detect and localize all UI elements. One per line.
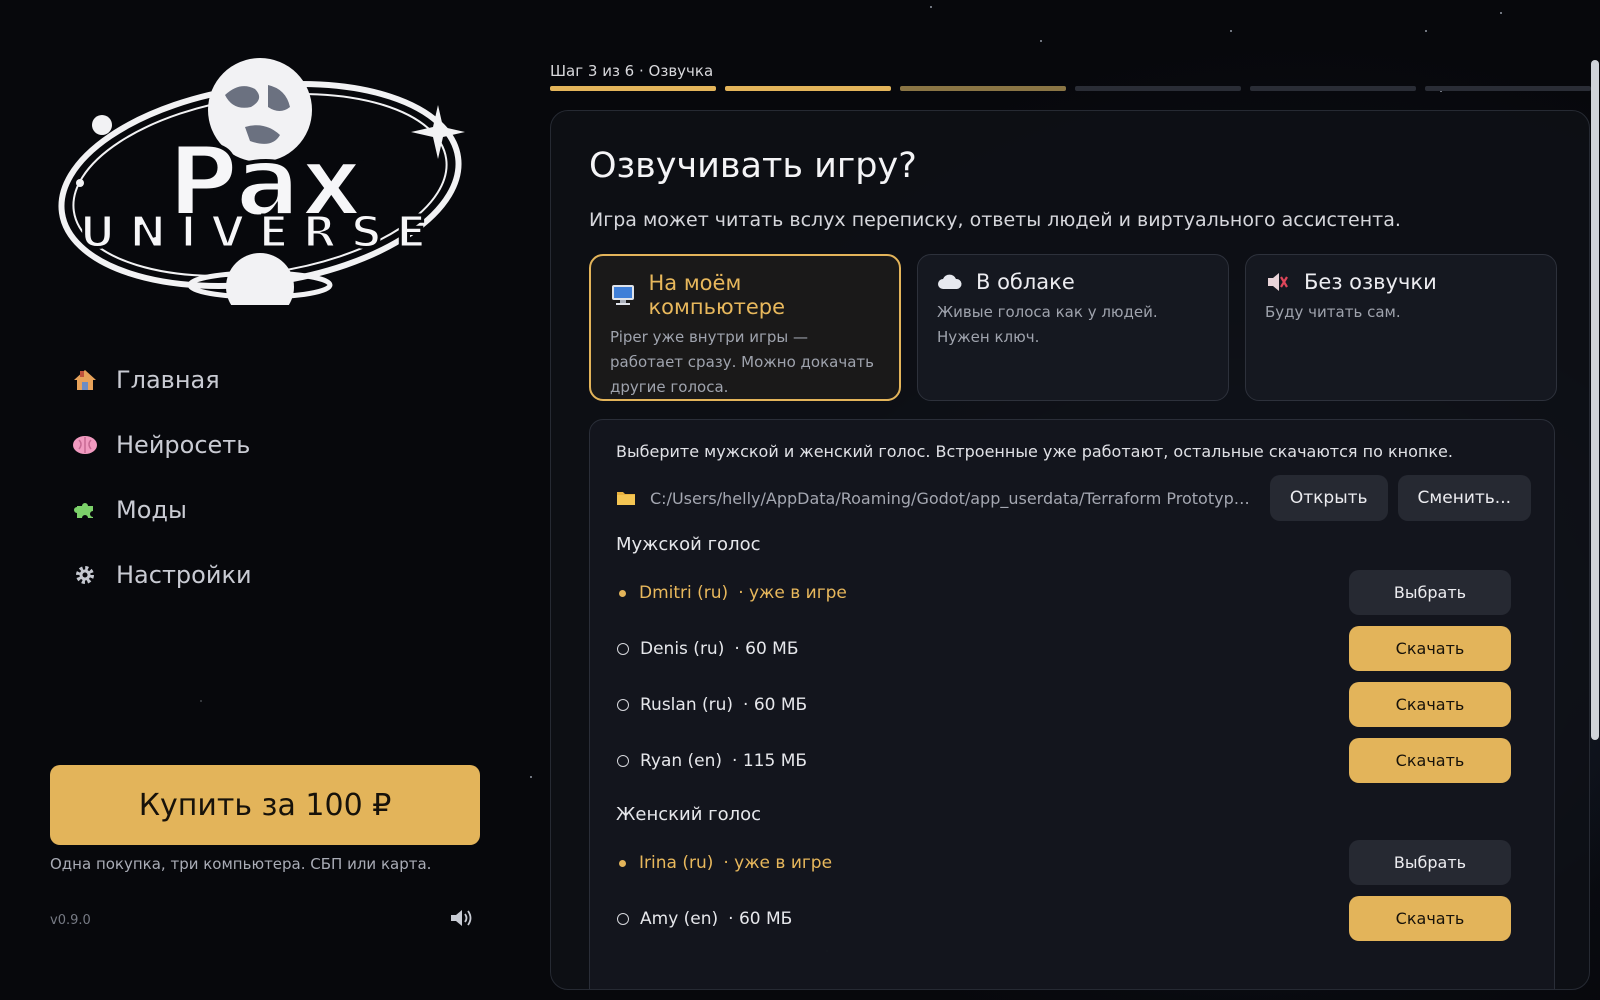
voice-setup-panel: Озвучивать игру? Игра может читать вслух…: [550, 110, 1590, 990]
step-progress: [550, 86, 1600, 91]
monitor-icon: [610, 284, 636, 306]
progress-segment: [1425, 86, 1591, 91]
nav-label: Главная: [116, 366, 220, 394]
option-title: В облаке: [976, 270, 1075, 294]
option-title: Без озвучки: [1304, 270, 1437, 294]
progress-segment: [550, 86, 716, 91]
house-icon: [70, 365, 100, 395]
nav-label: Моды: [116, 496, 187, 524]
logo-subtitle: UNIVERSE: [80, 207, 441, 258]
voice-mode-options: На моём компьютере Piper уже внутри игры…: [589, 254, 1557, 401]
voice-hint: Выберите мужской и женский голос. Встрое…: [616, 442, 1453, 461]
selected-dot-icon: [619, 859, 626, 867]
voice-row-amy[interactable]: Amy (en) · 60 МБ Скачать: [616, 896, 1511, 942]
scrollbar[interactable]: [1591, 60, 1599, 740]
nav-item-home[interactable]: Главная: [70, 360, 252, 400]
page-subtitle: Игра может читать вслух переписку, ответ…: [589, 209, 1401, 231]
progress-segment: [900, 86, 1066, 91]
star: [530, 776, 532, 778]
option-cloud[interactable]: В облаке Живые голоса как у людей. Нужен…: [917, 254, 1229, 401]
speaker-icon[interactable]: [449, 908, 473, 928]
voice-row-ryan[interactable]: Ryan (en) · 115 МБ Скачать: [616, 738, 1511, 784]
voice-row-irina[interactable]: Irina (ru) · уже в игре Выбрать: [616, 840, 1511, 886]
voice-name: Ryan (en): [640, 751, 723, 771]
folder-icon: [616, 489, 638, 507]
download-voice-button[interactable]: Скачать: [1349, 738, 1511, 783]
app-window: Pax UNIVERSE Главная Нейросеть Моды Наст…: [0, 0, 1600, 1000]
change-folder-button[interactable]: Сменить...: [1397, 475, 1531, 521]
download-voice-button[interactable]: Скачать: [1349, 896, 1511, 941]
voice-meta: · 60 МБ: [728, 909, 793, 929]
selected-dot-icon: [619, 589, 626, 597]
page-title: Озвучивать игру?: [589, 146, 917, 186]
download-voice-button[interactable]: Скачать: [1349, 682, 1511, 727]
voice-meta: · уже в игре: [723, 853, 833, 873]
step-label: Шаг 3 из 6 · Озвучка: [550, 62, 714, 80]
main-content: Шаг 3 из 6 · Озвучка Озвучивать игру? Иг…: [550, 0, 1600, 1000]
voice-name: Dmitri (ru): [639, 583, 729, 603]
voice-meta: · 115 МБ: [732, 751, 808, 771]
option-description: Буду читать сам.: [1265, 303, 1401, 321]
pax-universe-logo: Pax UNIVERSE: [50, 55, 480, 321]
progress-segment: [1075, 86, 1241, 91]
cloud-icon: [937, 271, 963, 293]
male-voice-heading: Мужской голос: [616, 534, 761, 555]
option-description: Живые голоса как у людей. Нужен ключ.: [937, 303, 1158, 346]
option-no-voice[interactable]: Без озвучки Буду читать сам.: [1245, 254, 1557, 401]
main-nav: Главная Нейросеть Моды Настройки: [70, 360, 252, 620]
progress-segment: [1250, 86, 1416, 91]
voice-meta: · уже в игре: [738, 583, 847, 603]
download-voice-button[interactable]: Скачать: [1349, 626, 1511, 671]
option-description: Piper уже внутри игры — работает сразу. …: [610, 328, 874, 396]
voice-name: Denis (ru): [640, 639, 725, 659]
voice-row-dmitri[interactable]: Dmitri (ru) · уже в игре Выбрать: [616, 570, 1511, 616]
voice-meta: · 60 МБ: [743, 695, 808, 715]
gear-icon: [70, 560, 100, 590]
nav-label: Нейросеть: [116, 431, 251, 459]
voice-meta: · 60 МБ: [734, 639, 799, 659]
radio-icon: [617, 643, 629, 655]
select-voice-button[interactable]: Выбрать: [1349, 570, 1511, 615]
female-voice-heading: Женский голос: [616, 804, 762, 825]
option-title: На моём компьютере: [648, 271, 786, 319]
progress-segment: [725, 86, 891, 91]
buy-button[interactable]: Купить за 100 ₽: [50, 765, 480, 845]
nav-label: Настройки: [116, 561, 252, 589]
sidebar: Pax UNIVERSE Главная Нейросеть Моды Наст…: [0, 0, 520, 1000]
select-voice-button[interactable]: Выбрать: [1349, 840, 1511, 885]
voices-folder-row: C:/Users/helly/AppData/Roaming/Godot/app…: [616, 475, 1531, 521]
voice-row-ruslan[interactable]: Ruslan (ru) · 60 МБ Скачать: [616, 682, 1511, 728]
brain-icon: [70, 430, 100, 460]
option-local[interactable]: На моём компьютере Piper уже внутри игры…: [589, 254, 901, 401]
version-label: v0.9.0: [50, 913, 91, 928]
buy-note: Одна покупка, три компьютера. СБП или ка…: [50, 855, 432, 873]
nav-item-settings[interactable]: Настройки: [70, 555, 252, 595]
muted-speaker-icon: [1265, 271, 1291, 293]
radio-icon: [617, 913, 629, 925]
nav-item-neural[interactable]: Нейросеть: [70, 425, 252, 465]
open-folder-button[interactable]: Открыть: [1269, 475, 1388, 521]
nav-item-mods[interactable]: Моды: [70, 490, 252, 530]
puzzle-icon: [70, 495, 100, 525]
voice-name: Irina (ru): [639, 853, 714, 873]
voice-name: Ruslan (ru): [640, 695, 734, 715]
voices-folder-path: C:/Users/helly/AppData/Roaming/Godot/app…: [650, 488, 1256, 508]
radio-icon: [617, 755, 629, 767]
voice-selector: Выберите мужской и женский голос. Встрое…: [589, 419, 1555, 989]
voice-name: Amy (en): [640, 909, 719, 929]
radio-icon: [617, 699, 629, 711]
voice-row-denis[interactable]: Denis (ru) · 60 МБ Скачать: [616, 626, 1511, 672]
